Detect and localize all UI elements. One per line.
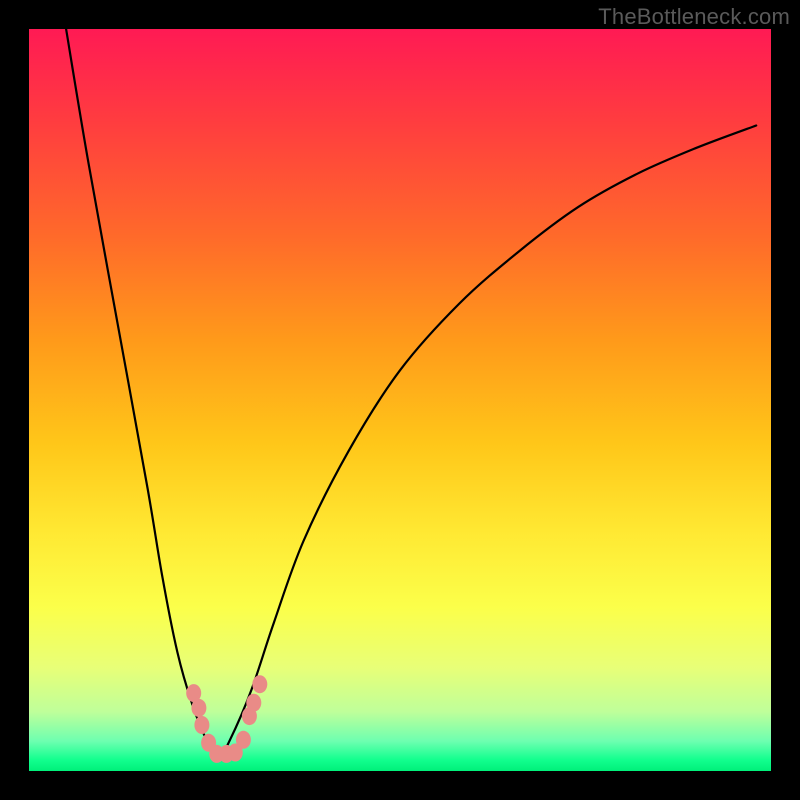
chart-plot-area: [29, 29, 771, 771]
chart-svg: [29, 29, 771, 771]
bottleneck-curve: [66, 29, 756, 758]
data-marker: [246, 694, 261, 712]
marker-group: [186, 675, 267, 763]
data-marker: [194, 716, 209, 734]
watermark-text: TheBottleneck.com: [598, 4, 790, 30]
data-marker: [236, 731, 251, 749]
data-marker: [191, 699, 206, 717]
data-marker: [252, 675, 267, 693]
